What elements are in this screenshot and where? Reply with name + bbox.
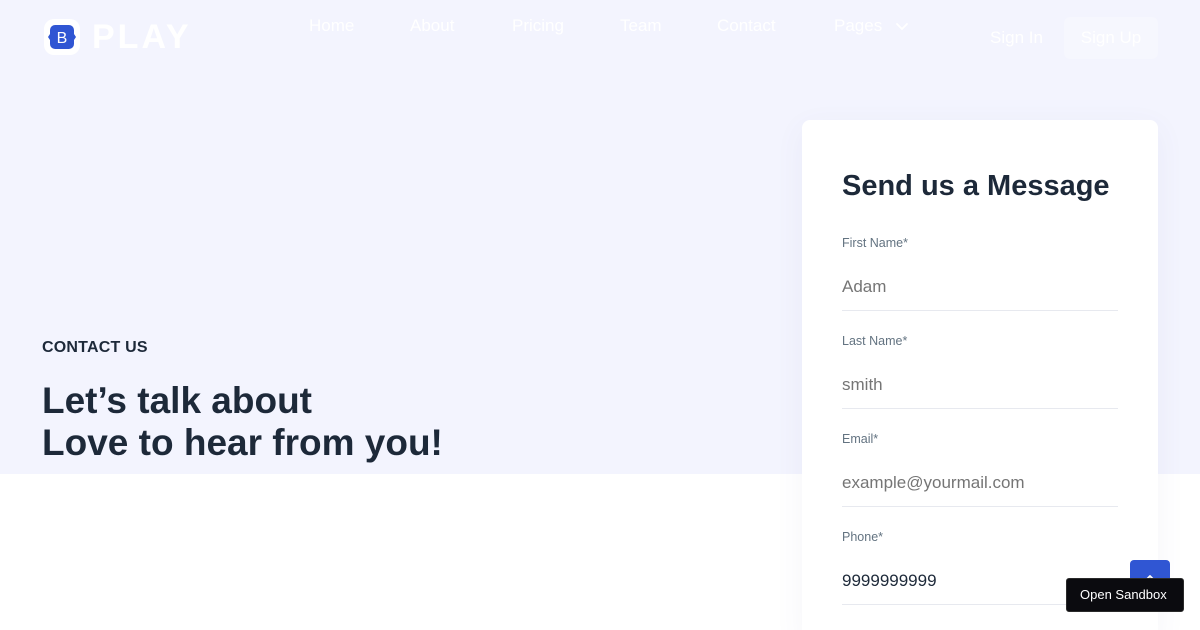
brand-name: PLAY [92,18,192,56]
last-name-input[interactable] [842,361,1118,409]
nav-pages-label: Pages [834,16,883,35]
first-name-input[interactable] [842,263,1118,311]
nav-team[interactable]: Team [620,14,662,38]
brand-logo[interactable]: B PLAY [44,17,192,57]
hero-headline: Let’s talk about Love to hear from you! [42,380,443,464]
nav-pages[interactable]: Pages [834,14,914,38]
email-label: Email* [842,432,879,446]
section-eyebrow: CONTACT US [42,339,148,356]
nav-contact[interactable]: Contact [717,14,776,38]
email-input[interactable] [842,459,1118,507]
nav-home[interactable]: Home [309,14,354,38]
form-title: Send us a Message [842,170,1110,202]
sign-in-link[interactable]: Sign In [990,26,1043,50]
open-sandbox-button[interactable]: Open Sandbox [1066,578,1184,612]
first-name-field: First Name* [842,235,1118,311]
phone-label: Phone* [842,530,884,544]
email-field: Email* [842,431,1118,507]
hero-headline-line-2: Love to hear from you! [42,422,443,463]
chevron-down-icon [896,23,909,30]
site-header: B PLAY Home About Pricing Team Contact P… [0,0,1200,76]
last-name-label: Last Name* [842,334,908,348]
last-name-field: Last Name* [842,333,1118,409]
nav-about[interactable]: About [410,14,454,38]
hero-headline-line-1: Let’s talk about [42,380,313,421]
contact-form-card: Send us a Message First Name* Last Name*… [802,120,1158,630]
bootstrap-logo-icon: B [44,19,80,55]
nav-pricing[interactable]: Pricing [512,14,564,38]
brand-letter: B [57,30,68,47]
first-name-label: First Name* [842,236,908,250]
sign-up-button[interactable]: Sign Up [1064,17,1158,59]
